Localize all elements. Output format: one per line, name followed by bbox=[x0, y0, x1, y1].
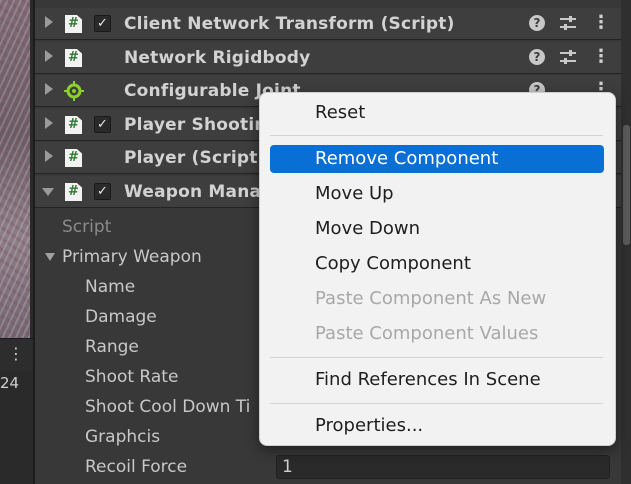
section-expand-arrow-icon[interactable] bbox=[45, 253, 55, 261]
script-icon: # bbox=[65, 15, 82, 33]
component-header-client-network-transform[interactable]: # ✓ Client Network Transform (Script) ? … bbox=[35, 8, 621, 40]
preset-icon[interactable] bbox=[559, 49, 577, 66]
field-label-shoot-cooldown: Shoot Cool Down Ti bbox=[85, 397, 251, 417]
help-icon[interactable]: ? bbox=[529, 15, 545, 31]
menu-item-paste-component-values[interactable]: Paste Component Values bbox=[270, 320, 604, 348]
configurable-joint-icon bbox=[64, 81, 84, 101]
collapse-arrow-icon[interactable] bbox=[45, 117, 53, 129]
field-label-damage: Damage bbox=[85, 307, 157, 327]
inspector-scrollbar-thumb[interactable] bbox=[623, 125, 630, 245]
field-label-range: Range bbox=[85, 337, 139, 357]
field-label-graphics: Graphcis bbox=[85, 427, 161, 447]
scene-lower-panel bbox=[0, 402, 33, 484]
script-icon: # bbox=[65, 49, 82, 67]
scene-view-strip: ⋮ 24 bbox=[0, 0, 33, 484]
field-label-recoil-force: Recoil Force bbox=[85, 457, 188, 477]
scene-number: 24 bbox=[0, 374, 20, 392]
component-enabled-checkbox[interactable]: ✓ bbox=[94, 15, 111, 32]
collapse-arrow-icon[interactable] bbox=[45, 83, 53, 95]
preset-icon[interactable] bbox=[559, 15, 577, 32]
script-icon: # bbox=[65, 183, 82, 201]
menu-item-remove-component[interactable]: Remove Component bbox=[270, 145, 604, 173]
component-enabled-checkbox[interactable]: ✓ bbox=[94, 183, 111, 200]
menu-item-reset[interactable]: Reset bbox=[270, 99, 604, 127]
collapse-arrow-icon[interactable] bbox=[45, 16, 53, 28]
menu-item-find-references[interactable]: Find References In Scene bbox=[270, 366, 604, 394]
menu-separator bbox=[270, 135, 603, 136]
script-label: Script bbox=[62, 217, 112, 237]
component-title: Client Network Transform (Script) bbox=[124, 14, 455, 34]
script-icon: # bbox=[65, 149, 82, 167]
component-title: Player (Script) bbox=[124, 148, 266, 168]
menu-separator bbox=[270, 403, 603, 404]
component-title: Weapon Manag bbox=[124, 182, 274, 202]
component-title: Network Rigidbody bbox=[124, 48, 311, 68]
script-icon: # bbox=[65, 116, 82, 134]
scene-view-image bbox=[0, 0, 30, 338]
component-title: Player Shooting bbox=[124, 115, 280, 135]
component-header-network-rigidbody[interactable]: # Network Rigidbody ? ⋮ bbox=[35, 42, 621, 74]
field-label-shoot-rate: Shoot Rate bbox=[85, 367, 179, 387]
scene-menu-icon[interactable]: ⋮ bbox=[8, 346, 24, 362]
component-menu-icon[interactable]: ⋮ bbox=[592, 46, 610, 68]
component-context-menu: Reset Remove Component Move Up Move Down… bbox=[259, 92, 616, 446]
component-menu-icon[interactable]: ⋮ bbox=[592, 12, 610, 34]
menu-item-properties[interactable]: Properties... bbox=[270, 412, 604, 440]
help-icon[interactable]: ? bbox=[529, 49, 545, 65]
collapse-arrow-icon[interactable] bbox=[45, 150, 53, 162]
menu-item-paste-component-as-new[interactable]: Paste Component As New bbox=[270, 285, 604, 313]
recoil-force-input[interactable]: 1 bbox=[276, 455, 610, 479]
section-primary-weapon[interactable]: Primary Weapon bbox=[62, 247, 202, 267]
menu-item-copy-component[interactable]: Copy Component bbox=[270, 250, 604, 278]
menu-separator bbox=[270, 357, 603, 358]
collapse-arrow-icon[interactable] bbox=[45, 50, 53, 62]
menu-item-move-down[interactable]: Move Down bbox=[270, 215, 604, 243]
menu-item-move-up[interactable]: Move Up bbox=[270, 180, 604, 208]
expand-arrow-icon[interactable] bbox=[42, 188, 54, 196]
field-label-name: Name bbox=[85, 277, 136, 297]
component-enabled-checkbox[interactable]: ✓ bbox=[94, 116, 111, 133]
